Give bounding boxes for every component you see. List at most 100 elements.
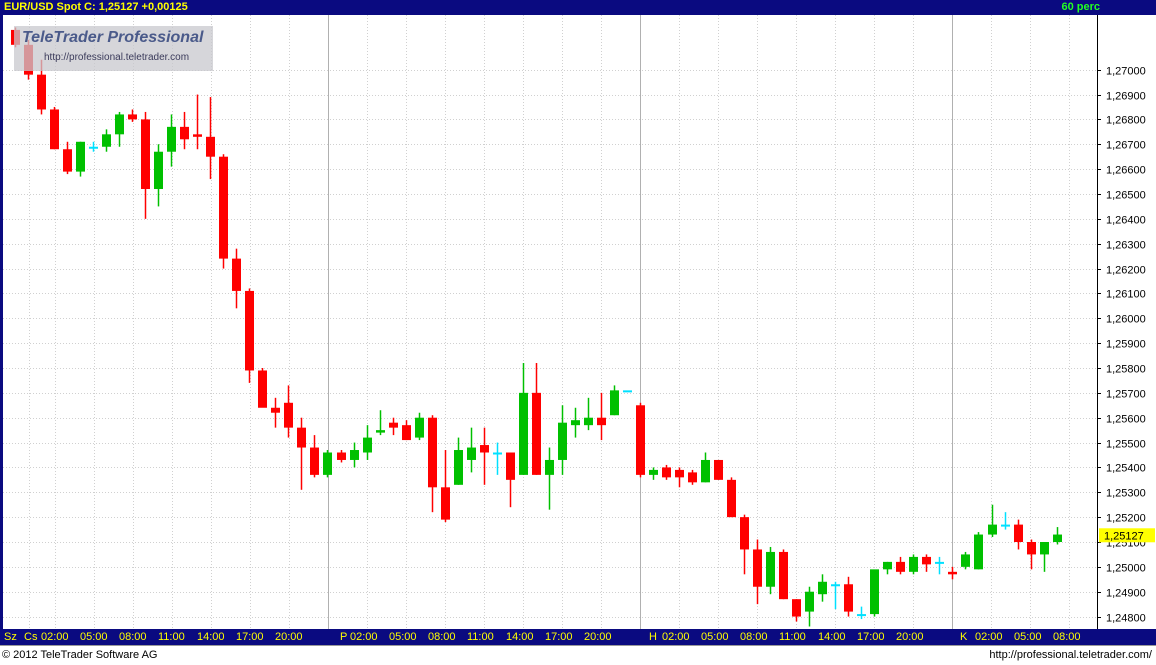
y-tick-label: 1,25700	[1106, 389, 1146, 401]
candle-body	[297, 427, 306, 448]
candle-body	[128, 114, 137, 120]
candle-body	[402, 425, 411, 441]
candle-body	[206, 136, 215, 157]
candle-body	[219, 156, 228, 259]
y-tick-label: 1,26400	[1106, 215, 1146, 227]
x-tick-label: 05:00	[80, 631, 108, 643]
x-tick-label: 17:00	[857, 631, 885, 643]
candle-body	[506, 452, 515, 480]
candle-body	[636, 405, 645, 475]
y-tick-label: 1,26000	[1106, 314, 1146, 326]
candle-body	[1014, 524, 1023, 542]
candle-body	[310, 447, 319, 475]
candle-body	[63, 149, 72, 172]
candle-body	[844, 584, 853, 612]
x-tick-label: 08:00	[740, 631, 768, 643]
candle-body	[662, 467, 671, 478]
y-tick-label: 1,25500	[1106, 439, 1146, 451]
candle-body	[610, 390, 619, 416]
candle-body	[167, 126, 176, 152]
y-tick-label: 1,24800	[1106, 613, 1146, 625]
candle-body	[792, 599, 801, 617]
x-tick-label: 08:00	[1053, 631, 1081, 643]
y-tick-label: 1,26900	[1106, 91, 1146, 103]
candle-body	[350, 450, 359, 460]
candle-body	[193, 134, 202, 137]
x-tick-label: 14:00	[197, 631, 225, 643]
watermark-url: http://professional.teletrader.com	[44, 52, 190, 63]
candle-body	[284, 402, 293, 428]
footer-url[interactable]: http://professional.teletrader.com/	[989, 646, 1152, 665]
price-chart[interactable]: 1,248001,249001,250001,251001,252001,253…	[0, 0, 1156, 664]
y-tick-label: 1,25300	[1106, 488, 1146, 500]
x-tick-label: 02:00	[975, 631, 1003, 643]
x-day-label: Sz	[4, 631, 17, 643]
candle-body	[545, 459, 554, 475]
x-tick-label: 17:00	[545, 631, 573, 643]
period-label[interactable]: 60 perc	[1061, 0, 1100, 15]
y-tick-label: 1,26700	[1106, 140, 1146, 152]
y-tick-label: 1,25800	[1106, 364, 1146, 376]
candle-body	[779, 551, 788, 600]
candle-body	[766, 551, 775, 587]
x-tick-label: 14:00	[818, 631, 846, 643]
y-tick-label: 1,25600	[1106, 414, 1146, 426]
candle-body	[1001, 524, 1010, 527]
candle-body	[389, 422, 398, 428]
candle-body	[831, 584, 840, 587]
candle-body	[415, 417, 424, 438]
y-tick-label: 1,26300	[1106, 240, 1146, 252]
candle-body	[988, 524, 997, 535]
x-tick-label: 02:00	[350, 631, 378, 643]
candle-body	[740, 517, 749, 550]
candle-body	[428, 417, 437, 488]
candle-body	[89, 146, 98, 149]
candle-body	[675, 469, 684, 478]
candle-body	[493, 452, 502, 455]
watermark-brand: TeleTrader Professional	[22, 29, 204, 46]
candle-body	[50, 109, 59, 150]
left-border	[0, 15, 3, 629]
x-tick-label: Cs	[24, 631, 38, 643]
candle-body	[870, 569, 879, 615]
candle-body	[714, 459, 723, 480]
y-tick-label: 1,26600	[1106, 165, 1146, 177]
x-day-label: H	[649, 631, 657, 643]
candle-body	[909, 556, 918, 572]
candle-body	[922, 556, 931, 565]
x-tick-label: 08:00	[428, 631, 456, 643]
x-tick-label: 11:00	[467, 631, 494, 643]
candle-body	[818, 581, 827, 595]
x-tick-label: 02:00	[662, 631, 690, 643]
candle-body	[1040, 541, 1049, 555]
candle-body	[337, 452, 346, 460]
x-tick-label: 11:00	[779, 631, 806, 643]
x-tick-label: 05:00	[389, 631, 417, 643]
candle-body	[323, 452, 332, 475]
candle-body	[519, 392, 528, 475]
candle-body	[37, 74, 46, 110]
candle-body	[857, 614, 866, 617]
candle-body	[1053, 534, 1062, 542]
candle-body	[271, 407, 280, 413]
candle-body	[141, 119, 150, 190]
x-tick-label: 20:00	[896, 631, 924, 643]
candle-body	[154, 151, 163, 190]
candle-body	[584, 417, 593, 426]
copyright-text: © 2012 TeleTrader Software AG	[2, 649, 158, 661]
candle-body	[1027, 541, 1036, 555]
x-tick-label: 20:00	[275, 631, 303, 643]
candle-body	[532, 392, 541, 475]
candle-body	[701, 459, 710, 483]
x-tick-label: 02:00	[41, 631, 69, 643]
y-tick-label: 1,25000	[1106, 563, 1146, 575]
candle-body	[76, 141, 85, 172]
title-bar: EUR/USD Spot C: 1,25127 +0,00125 60 perc	[0, 0, 1156, 15]
candle-body	[623, 390, 632, 393]
x-tick-label: 14:00	[506, 631, 534, 643]
candle-body	[649, 469, 658, 475]
candle-body	[896, 561, 905, 572]
candle-body	[597, 417, 606, 426]
y-tick-label: 1,26500	[1106, 190, 1146, 202]
candle-body	[232, 258, 241, 291]
